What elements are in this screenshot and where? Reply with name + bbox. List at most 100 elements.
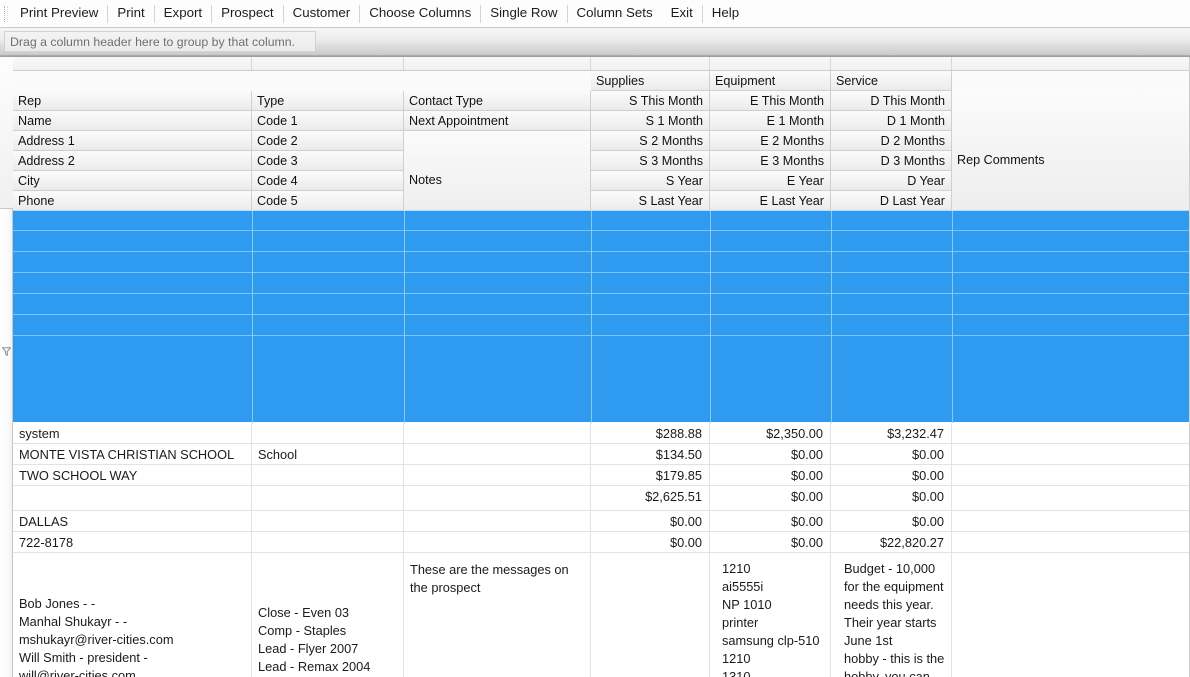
table-row[interactable]: MONTE VISTA CHRISTIAN SCHOOL School $134… bbox=[13, 444, 1190, 465]
header-code-1[interactable]: Code 1 bbox=[252, 111, 404, 131]
menu-item-print-preview[interactable]: Print Preview bbox=[11, 1, 107, 26]
menu-item-exit[interactable]: Exit bbox=[662, 1, 702, 26]
cell-variables[interactable]: Budget - 10,000 for the equipment needs … bbox=[831, 553, 952, 677]
header-s-year[interactable]: S Year bbox=[591, 171, 710, 191]
header-rep[interactable]: Rep bbox=[13, 91, 252, 111]
cell-notes[interactable]: These are the messages on the prospect bbox=[404, 553, 591, 677]
group-by-panel[interactable]: Drag a column header here to group by th… bbox=[0, 28, 1190, 56]
cell-s-1-month[interactable]: $134.50 bbox=[591, 444, 710, 464]
cell-rep-comments-body[interactable] bbox=[952, 553, 1190, 677]
selected-line[interactable] bbox=[13, 253, 1190, 273]
header-group-service[interactable]: Service bbox=[831, 71, 952, 91]
header-next-appointment[interactable]: Next Appointment bbox=[404, 111, 591, 131]
header-d-1-month[interactable]: D 1 Month bbox=[831, 111, 952, 131]
selected-line[interactable] bbox=[13, 316, 1190, 336]
cell-name[interactable]: MONTE VISTA CHRISTIAN SCHOOL bbox=[13, 444, 252, 464]
selected-line[interactable] bbox=[13, 211, 1190, 231]
header-d-last-year[interactable]: D Last Year bbox=[831, 191, 952, 211]
cell-e-year[interactable]: $0.00 bbox=[710, 511, 831, 531]
header-phone[interactable]: Phone bbox=[13, 191, 252, 211]
menu-item-prospect[interactable]: Prospect bbox=[212, 1, 282, 26]
header-d-this-month[interactable]: D This Month bbox=[831, 91, 952, 111]
table-row[interactable]: system $288.88 $2,350.00 $3,232.47 bbox=[13, 423, 1190, 444]
cell-code-4[interactable] bbox=[252, 511, 404, 531]
cell-rep-comments[interactable] bbox=[952, 423, 1190, 443]
header-s-1-month[interactable]: S 1 Month bbox=[591, 111, 710, 131]
cell-phone[interactable]: 722-8178 bbox=[13, 532, 252, 552]
cell-s-last-year[interactable]: $0.00 bbox=[591, 532, 710, 552]
header-name[interactable]: Name bbox=[13, 111, 252, 131]
table-row[interactable]: TWO SCHOOL WAY $179.85 $0.00 $0.00 bbox=[13, 465, 1190, 486]
header-e-this-month[interactable]: E This Month bbox=[710, 91, 831, 111]
cell-s-2-months[interactable]: $179.85 bbox=[591, 465, 710, 485]
header-s-last-year[interactable]: S Last Year bbox=[591, 191, 710, 211]
header-code-4[interactable]: Code 4 bbox=[252, 171, 404, 191]
header-contact-type[interactable]: Contact Type bbox=[404, 91, 591, 111]
cell-d-last-year[interactable]: $22,820.27 bbox=[831, 532, 952, 552]
selected-line[interactable] bbox=[13, 274, 1190, 294]
header-group-equipment[interactable]: Equipment bbox=[710, 71, 831, 91]
header-address-2[interactable]: Address 2 bbox=[13, 151, 252, 171]
cell-s-this-month[interactable]: $288.88 bbox=[591, 423, 710, 443]
header-e-1-month[interactable]: E 1 Month bbox=[710, 111, 831, 131]
cell-next-appointment[interactable] bbox=[404, 444, 591, 464]
header-s-2-months[interactable]: S 2 Months bbox=[591, 131, 710, 151]
cell-d-1-month[interactable]: $0.00 bbox=[831, 444, 952, 464]
cell-contacts[interactable]: Bob Jones - - Manhal Shukayr - - mshukay… bbox=[13, 553, 252, 677]
cell-supplies-blank[interactable] bbox=[591, 553, 710, 677]
cell-e-3-months[interactable]: $0.00 bbox=[710, 486, 831, 510]
cell-s-year[interactable]: $0.00 bbox=[591, 511, 710, 531]
header-d-2-months[interactable]: D 2 Months bbox=[831, 131, 952, 151]
table-row[interactable]: 722-8178 $0.00 $0.00 $22,820.27 bbox=[13, 532, 1190, 553]
toolbar-grip[interactable] bbox=[4, 5, 8, 22]
cell-address-1[interactable]: TWO SCHOOL WAY bbox=[13, 465, 252, 485]
cell-contact-type[interactable] bbox=[404, 423, 591, 443]
selected-line[interactable] bbox=[13, 232, 1190, 252]
header-code-3[interactable]: Code 3 bbox=[252, 151, 404, 171]
menu-item-help[interactable]: Help bbox=[703, 1, 748, 26]
table-row[interactable]: $2,625.51 $0.00 $0.00 bbox=[13, 486, 1190, 511]
cell-code-5[interactable] bbox=[252, 532, 404, 552]
cell-e-2-months[interactable]: $0.00 bbox=[710, 465, 831, 485]
cell-e-1-month[interactable]: $0.00 bbox=[710, 444, 831, 464]
funnel-icon[interactable] bbox=[1, 343, 12, 357]
menu-item-column-sets[interactable]: Column Sets bbox=[568, 1, 662, 26]
header-address-1[interactable]: Address 1 bbox=[13, 131, 252, 151]
cell-rep[interactable]: system bbox=[13, 423, 252, 443]
cell-type[interactable] bbox=[252, 423, 404, 443]
cell-equipment-list[interactable]: 1210 ai5555i NP 1010 printer samsung clp… bbox=[710, 553, 831, 677]
header-e-3-months[interactable]: E 3 Months bbox=[710, 151, 831, 171]
header-s-this-month[interactable]: S This Month bbox=[591, 91, 710, 111]
selected-line[interactable] bbox=[13, 295, 1190, 315]
cell-e-this-month[interactable]: $2,350.00 bbox=[710, 423, 831, 443]
cell-code-2[interactable] bbox=[252, 465, 404, 485]
header-e-last-year[interactable]: E Last Year bbox=[710, 191, 831, 211]
cell-qualifiers[interactable]: Close - Even 03 Comp - Staples Lead - Fl… bbox=[252, 553, 404, 677]
header-code-2[interactable]: Code 2 bbox=[252, 131, 404, 151]
header-code-5[interactable]: Code 5 bbox=[252, 191, 404, 211]
cell-d-this-month[interactable]: $3,232.47 bbox=[831, 423, 952, 443]
table-row[interactable]: Bob Jones - - Manhal Shukayr - - mshukay… bbox=[13, 553, 1190, 677]
cell-city[interactable]: DALLAS bbox=[13, 511, 252, 531]
header-type[interactable]: Type bbox=[252, 91, 404, 111]
cell-d-2-months[interactable]: $0.00 bbox=[831, 465, 952, 485]
menu-item-choose-columns[interactable]: Choose Columns bbox=[360, 1, 480, 26]
cell-e-last-year[interactable]: $0.00 bbox=[710, 532, 831, 552]
menu-item-export[interactable]: Export bbox=[155, 1, 211, 26]
menu-item-single-row[interactable]: Single Row bbox=[481, 1, 566, 26]
cell-code-1[interactable]: School bbox=[252, 444, 404, 464]
header-group-supplies[interactable]: Supplies bbox=[591, 71, 710, 91]
selected-line[interactable] bbox=[13, 337, 1190, 422]
menu-item-customer[interactable]: Customer bbox=[284, 1, 360, 26]
cell-code-3[interactable] bbox=[252, 486, 404, 510]
header-d-year[interactable]: D Year bbox=[831, 171, 952, 191]
cell-address-2[interactable] bbox=[13, 486, 252, 510]
cell-s-3-months[interactable]: $2,625.51 bbox=[591, 486, 710, 510]
header-s-3-months[interactable]: S 3 Months bbox=[591, 151, 710, 171]
cell-d-year[interactable]: $0.00 bbox=[831, 511, 952, 531]
cell-d-3-months[interactable]: $0.00 bbox=[831, 486, 952, 510]
header-e-2-months[interactable]: E 2 Months bbox=[710, 131, 831, 151]
table-row[interactable]: DALLAS $0.00 $0.00 $0.00 bbox=[13, 511, 1190, 532]
header-city[interactable]: City bbox=[13, 171, 252, 191]
selected-record-band[interactable] bbox=[13, 210, 1190, 423]
